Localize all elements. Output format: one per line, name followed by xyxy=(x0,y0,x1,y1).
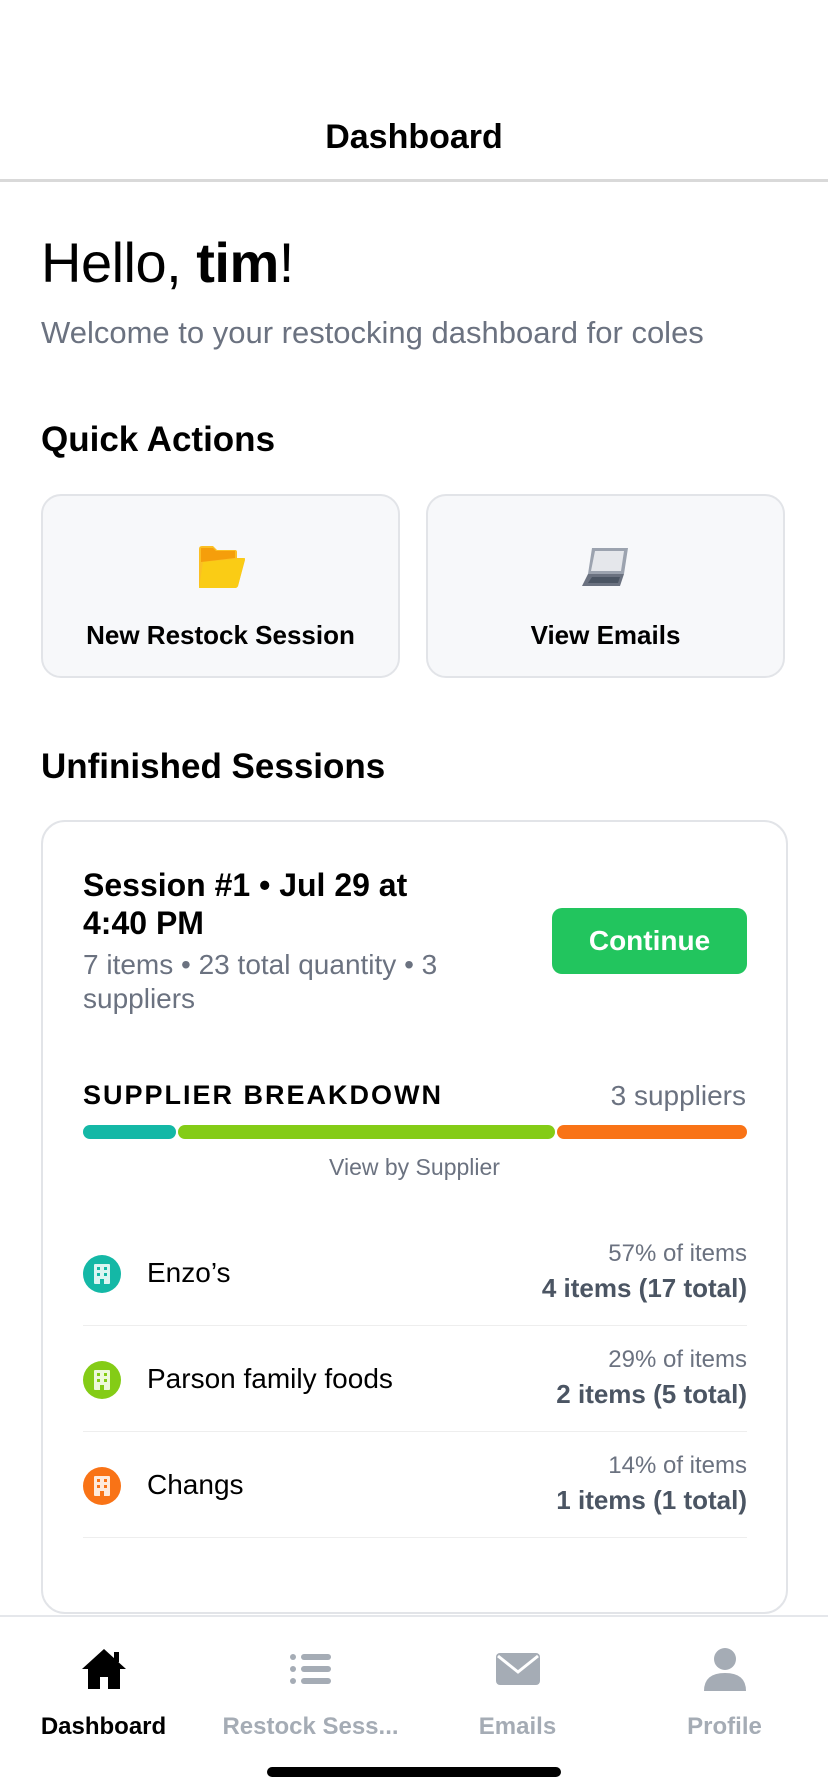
bar-segment-parson xyxy=(177,1125,556,1139)
supplier-name: Changs xyxy=(147,1469,244,1500)
person-icon xyxy=(703,1648,746,1691)
building-icon xyxy=(83,1361,121,1399)
supplier-percent: 29% of items xyxy=(608,1346,747,1373)
home-indicator xyxy=(267,1767,561,1777)
tab-restock-sessions[interactable]: Restock Sess... xyxy=(207,1617,414,1740)
building-icon xyxy=(83,1255,121,1293)
view-emails-label: View Emails xyxy=(530,620,681,650)
nav-header: Dashboard xyxy=(0,0,828,182)
supplier-name: Enzo’s xyxy=(147,1257,231,1288)
session-card: Session #1 • Jul 29 at 4:40 PM 7 items •… xyxy=(41,820,788,1614)
tab-emails[interactable]: Emails xyxy=(414,1617,621,1740)
greeting-exclaim: ! xyxy=(278,231,295,294)
bar-segment-changs xyxy=(557,1125,747,1139)
supplier-row[interactable]: Enzo’s 57% of items 4 items (17 total) xyxy=(83,1220,747,1326)
supplier-items: 1 items (1 total) xyxy=(556,1485,747,1515)
tab-bar: Dashboard Restock Sess... Emails Profile xyxy=(0,1615,828,1792)
tab-label: Restock Sess... xyxy=(222,1713,399,1740)
folder-icon xyxy=(198,546,245,588)
view-emails-button[interactable]: View Emails xyxy=(426,494,785,678)
tab-profile[interactable]: Profile xyxy=(621,1617,828,1740)
list-icon xyxy=(289,1654,331,1684)
supplier-breakdown-bar xyxy=(83,1125,747,1139)
session-title: Session #1 • Jul 29 at 4:40 PM xyxy=(83,867,408,941)
building-icon xyxy=(83,1467,121,1505)
tab-label: Emails xyxy=(478,1713,557,1740)
supplier-percent: 14% of items xyxy=(608,1452,747,1479)
page-title: Dashboard xyxy=(325,118,503,156)
session-summary: 7 items • 23 total quantity • 3 supplier… xyxy=(83,949,438,1014)
view-by-supplier-label: View by Supplier xyxy=(329,1154,500,1180)
new-restock-session-label: New Restock Session xyxy=(86,620,355,650)
supplier-percent: 57% of items xyxy=(608,1240,747,1267)
home-icon xyxy=(81,1649,126,1689)
greeting-username: tim xyxy=(196,231,279,294)
greeting-hello: Hello, xyxy=(41,231,197,294)
supplier-name: Parson family foods xyxy=(147,1363,393,1394)
laptop-icon xyxy=(581,548,628,586)
supplier-items: 2 items (5 total) xyxy=(556,1379,747,1409)
supplier-row[interactable]: Changs 14% of items 1 items (1 total) xyxy=(83,1432,747,1538)
tab-dashboard[interactable]: Dashboard xyxy=(0,1617,207,1740)
quick-actions-title: Quick Actions xyxy=(41,420,276,459)
dashboard-scroll[interactable]: Hello, tim! Welcome to your restocking d… xyxy=(0,182,828,1617)
tab-label: Dashboard xyxy=(40,1713,167,1740)
continue-button[interactable]: Continue xyxy=(552,908,747,974)
supplier-items: 4 items (17 total) xyxy=(541,1273,747,1303)
tab-label: Profile xyxy=(687,1713,762,1740)
bar-segment-enzos xyxy=(83,1125,176,1139)
unfinished-sessions-title: Unfinished Sessions xyxy=(41,747,386,786)
supplier-count: 3 suppliers xyxy=(610,1080,746,1111)
new-restock-session-button[interactable]: New Restock Session xyxy=(41,494,400,678)
supplier-breakdown-label: SUPPLIER BREAKDOWN xyxy=(83,1080,444,1110)
mail-icon xyxy=(495,1653,540,1685)
supplier-row[interactable]: Parson family foods 29% of items 2 items… xyxy=(83,1326,747,1432)
welcome-text: Welcome to your restocking dashboard for… xyxy=(41,315,704,350)
greeting-heading: Hello, tim! xyxy=(41,230,294,295)
